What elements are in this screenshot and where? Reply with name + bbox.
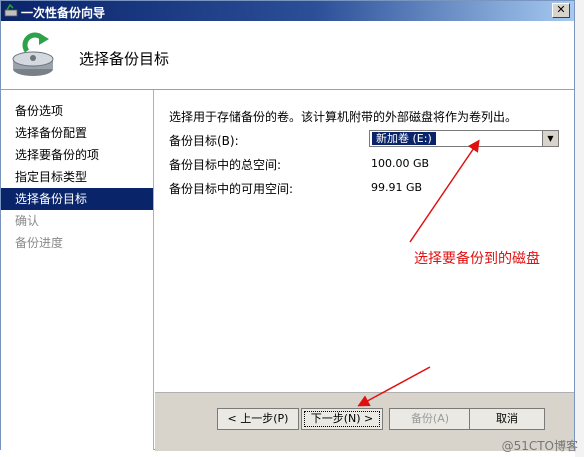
annotation-arrows: [357, 139, 480, 407]
watermark: @51CTO博客: [501, 439, 578, 453]
annotation-arrow-to-select: [409, 139, 480, 243]
annotation-arrow-to-next: [357, 366, 431, 407]
